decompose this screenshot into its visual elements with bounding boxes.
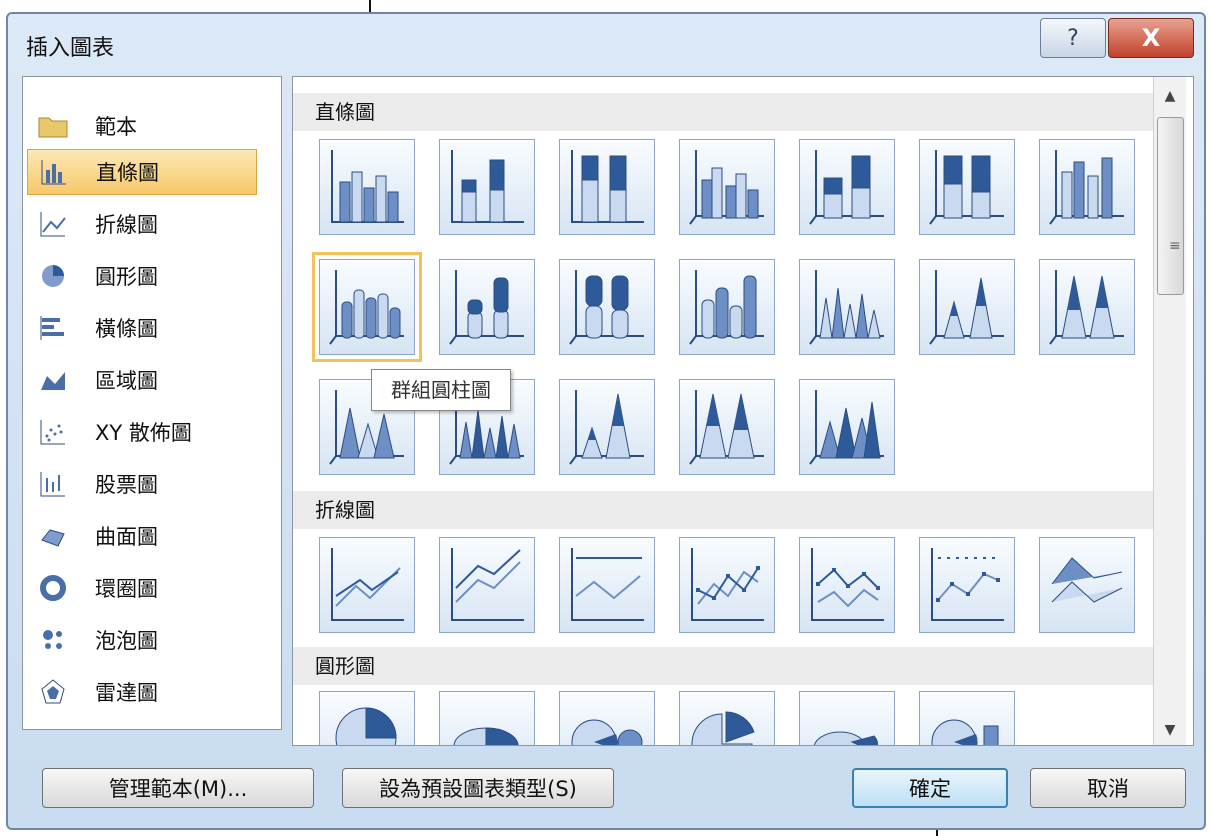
chart-100-stacked-line-with-markers[interactable]: [919, 537, 1015, 633]
chart-stacked-line-with-markers[interactable]: [799, 537, 895, 633]
chart-3d-cylinder[interactable]: [679, 259, 775, 355]
category-label: 股票圖: [95, 473, 158, 497]
chart-exploded-pie[interactable]: [679, 691, 775, 745]
pie-chart-icon: [37, 260, 69, 292]
chart-category-list: 範本 直條圖 折線圖 圓形圖 橫條圖 區域圖 XY 散佈圖 股票圖 曲面圖 環圈…: [22, 76, 282, 730]
chart-3d-column[interactable]: [1039, 139, 1135, 235]
scroll-down-arrow-icon[interactable]: ▼: [1154, 715, 1186, 745]
chart-100-stacked-cylinder[interactable]: [559, 259, 655, 355]
chart-type-tooltip: 群組圓柱圖: [371, 369, 511, 411]
scroll-thumb[interactable]: ≡: [1157, 117, 1184, 295]
bar-chart-icon: [37, 312, 69, 344]
chart-stacked-pyramid[interactable]: [559, 379, 655, 475]
category-label: 圓形圖: [95, 265, 158, 289]
category-label: 範本: [95, 115, 137, 139]
category-label: 雷達圖: [95, 681, 158, 705]
cancel-button[interactable]: 取消: [1030, 768, 1186, 808]
close-button[interactable]: X: [1108, 18, 1194, 58]
title-bar: 插入圖表 ? X: [8, 14, 1204, 70]
chart-type-gallery: 直條圖 群組圓柱圖 折線圖 圓形圖 ▲ ≡ ▼: [292, 76, 1194, 746]
chart-3d-pie[interactable]: [439, 691, 535, 745]
chart-100-stacked-pyramid[interactable]: [679, 379, 775, 475]
category-surface[interactable]: 曲面圖: [27, 513, 257, 559]
line-chart-icon: [37, 208, 69, 240]
category-templates[interactable]: 範本: [27, 103, 257, 149]
chart-exploded-pie-3d[interactable]: [799, 691, 895, 745]
category-label: 曲面圖: [95, 525, 158, 549]
chart-stacked-column-3d[interactable]: [799, 139, 895, 235]
category-label: 泡泡圖: [95, 629, 158, 653]
category-radar[interactable]: 雷達圖: [27, 669, 257, 715]
folder-icon: [37, 110, 69, 142]
chart-stacked-cylinder[interactable]: [439, 259, 535, 355]
category-bubble[interactable]: 泡泡圖: [27, 617, 257, 663]
chart-pie[interactable]: [319, 691, 415, 745]
gallery-scrollbar[interactable]: ▲ ≡ ▼: [1153, 77, 1186, 745]
chart-line-with-markers[interactable]: [679, 537, 775, 633]
stock-chart-icon: [37, 468, 69, 500]
chart-stacked-column[interactable]: [439, 139, 535, 235]
scroll-up-arrow-icon[interactable]: ▲: [1154, 81, 1186, 111]
category-bar[interactable]: 橫條圖: [27, 305, 257, 351]
chart-100-stacked-column[interactable]: [559, 139, 655, 235]
help-button[interactable]: ?: [1040, 18, 1106, 58]
category-label: 橫條圖: [95, 317, 158, 341]
help-icon: ?: [1067, 25, 1079, 51]
chart-100-stacked-cone[interactable]: [1039, 259, 1135, 355]
close-icon: X: [1141, 24, 1161, 52]
scatter-chart-icon: [37, 416, 69, 448]
category-label: XY 散佈圖: [95, 421, 192, 445]
bubble-chart-icon: [37, 624, 69, 656]
section-header-column: 直條圖: [293, 93, 1153, 131]
category-stock[interactable]: 股票圖: [27, 461, 257, 507]
set-default-chart-button[interactable]: 設為預設圖表類型(S): [342, 768, 614, 808]
category-pie[interactable]: 圓形圖: [27, 253, 257, 299]
chart-stacked-line[interactable]: [439, 537, 535, 633]
section-header-line: 折線圖: [293, 491, 1153, 529]
doughnut-chart-icon: [37, 572, 69, 604]
area-chart-icon: [37, 364, 69, 396]
dialog-title: 插入圖表: [26, 36, 115, 61]
category-label: 區域圖: [95, 369, 158, 393]
chart-stacked-cone[interactable]: [919, 259, 1015, 355]
chart-clustered-cylinder[interactable]: [312, 252, 422, 362]
grip-icon: ≡: [1169, 238, 1181, 254]
chart-pie-of-pie[interactable]: [559, 691, 655, 745]
category-doughnut[interactable]: 環圈圖: [27, 565, 257, 611]
manage-templates-button[interactable]: 管理範本(M)...: [42, 768, 314, 808]
chart-3d-line[interactable]: [1039, 537, 1135, 633]
section-header-pie: 圓形圖: [293, 647, 1153, 685]
chart-3d-pyramid[interactable]: [799, 379, 895, 475]
chart-3d-clustered-column[interactable]: [679, 139, 775, 235]
chart-clustered-column[interactable]: [319, 139, 415, 235]
chart-bar-of-pie[interactable]: [919, 691, 1015, 745]
category-line[interactable]: 折線圖: [27, 201, 257, 247]
category-scatter[interactable]: XY 散佈圖: [27, 409, 257, 455]
category-label: 直條圖: [96, 161, 159, 185]
surface-chart-icon: [37, 520, 69, 552]
chart-clustered-cone[interactable]: [799, 259, 895, 355]
chart-line[interactable]: [319, 537, 415, 633]
column-chart-icon: [38, 156, 70, 188]
radar-chart-icon: [37, 676, 69, 708]
chart-100-stacked-column-3d[interactable]: [919, 139, 1015, 235]
category-area[interactable]: 區域圖: [27, 357, 257, 403]
chart-100-stacked-line[interactable]: [559, 537, 655, 633]
category-label: 環圈圖: [95, 577, 158, 601]
category-label: 折線圖: [95, 213, 158, 237]
ok-button[interactable]: 確定: [852, 768, 1008, 808]
category-column[interactable]: 直條圖: [27, 149, 257, 195]
